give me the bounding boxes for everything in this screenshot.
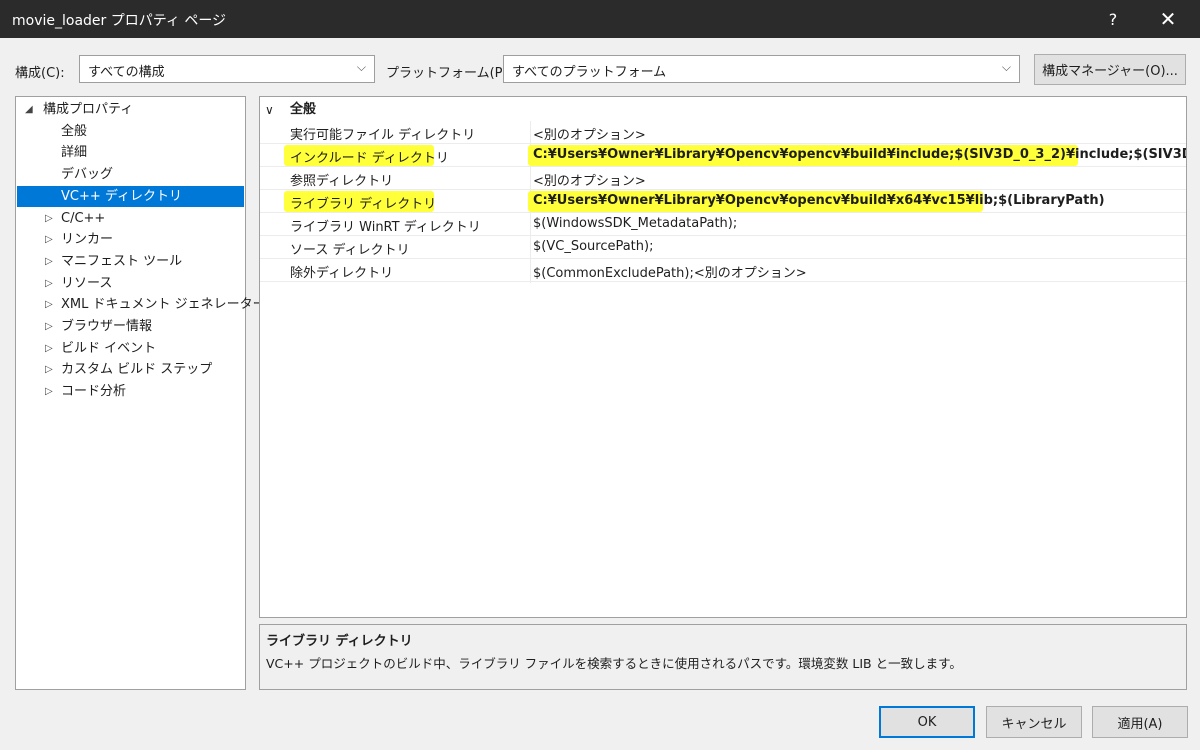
collapse-arrow-icon[interactable]: ▷ [45, 229, 53, 250]
property-name: 除外ディレクトリ [290, 266, 394, 281]
property-value[interactable]: $(VC_SourcePath); [533, 239, 653, 254]
tree-item[interactable]: ▷ XML ドキュメント ジェネレーター [17, 294, 266, 315]
tree-item[interactable]: ▷ リソース [17, 273, 244, 294]
tree-item-label: 構成プロパティ [43, 102, 134, 117]
tree-item[interactable]: ▷ リンカー [17, 229, 244, 250]
config-select[interactable]: すべての構成 ⌵ [79, 55, 375, 83]
collapse-arrow-icon[interactable]: ▷ [45, 294, 53, 315]
property-value[interactable]: <別のオプション> [533, 124, 646, 143]
property-row[interactable]: 除外ディレクトリ $(CommonExcludePath);<別のオプション> [260, 259, 1186, 282]
close-button[interactable]: ✕ [1145, 0, 1191, 38]
platform-select[interactable]: すべてのプラットフォーム ⌵ [503, 55, 1020, 83]
tree-item[interactable]: ▷ カスタム ビルド ステップ [17, 359, 244, 380]
property-value[interactable]: $(CommonExcludePath);<別のオプション> [533, 262, 807, 281]
description-text: VC++ プロジェクトのビルド中、ライブラリ ファイルを検索するときに使用される… [266, 656, 962, 671]
property-row[interactable]: ライブラリ WinRT ディレクトリ $(WindowsSDK_MetadataP… [260, 213, 1186, 236]
tree-item[interactable]: ◢ 構成プロパティ [17, 99, 244, 120]
collapse-arrow-icon[interactable]: ▷ [45, 251, 53, 272]
tree-item[interactable]: 詳細 [17, 142, 244, 163]
tree-item-label: マニフェスト ツール [61, 253, 183, 269]
tree-item[interactable]: 全般 [17, 121, 244, 142]
platform-label: プラットフォーム(P): [386, 66, 512, 81]
property-value[interactable]: C:¥Users¥Owner¥Library¥Opencv¥opencv¥bui… [533, 147, 1186, 162]
property-tree: ◢ 構成プロパティ全般詳細デバッグ VC++ ディレクトリ ▷ C/C++ ▷ リンカー ▷ マ… [15, 96, 266, 690]
property-name: ソース ディレクトリ [290, 243, 410, 258]
tree-item-label: VC++ ディレクトリ [61, 188, 182, 204]
property-row[interactable]: ソース ディレクトリ $(VC_SourcePath); [260, 236, 1186, 259]
property-row[interactable]: 実行可能ファイル ディレクトリ <別のオプション> [260, 121, 1186, 144]
collapse-arrow-icon[interactable]: ▷ [45, 381, 53, 402]
platform-select-value: すべてのプラットフォーム [512, 65, 667, 80]
property-row[interactable]: インクルード ディレクトリ C:¥Users¥Owner¥Library¥Open… [260, 144, 1186, 167]
collapse-arrow-icon[interactable]: ▷ [45, 359, 53, 380]
title-bar: movie_loader プロパティ ページ ? ✕ [0, 0, 1200, 38]
property-row[interactable]: ライブラリ ディレクトリ C:¥Users¥Owner¥Library¥Openc… [260, 190, 1186, 213]
property-name: インクルード ディレクトリ [290, 151, 449, 166]
tree-item-label: 全般 [61, 123, 88, 139]
category-row[interactable]: ∨ 全般 [260, 99, 1186, 121]
tree-item-label: リソース [61, 275, 113, 291]
tree-item[interactable]: ▷ ビルド イベント [17, 338, 244, 359]
property-name: ライブラリ ディレクトリ [290, 197, 437, 212]
collapse-arrow-icon[interactable]: ▷ [45, 208, 53, 229]
tree-item[interactable]: デバッグ [17, 164, 244, 185]
tree-item-label: コード分析 [61, 384, 127, 400]
property-name: 実行可能ファイル ディレクトリ [290, 128, 476, 143]
property-value[interactable]: <別のオプション> [533, 170, 646, 189]
description-title: ライブラリ ディレクトリ [266, 634, 413, 649]
tree-item[interactable]: ▷ コード分析 [17, 381, 244, 402]
property-name: 参照ディレクトリ [290, 174, 394, 189]
tree-item-label: C/C++ [61, 210, 106, 226]
property-name: ライブラリ WinRT ディレクトリ [290, 220, 481, 235]
tree-item-label: 詳細 [61, 145, 88, 161]
collapse-arrow-icon[interactable]: ▷ [45, 338, 53, 359]
tree-item-label: XML ドキュメント ジェネレーター [61, 297, 266, 313]
tree-item[interactable]: VC++ ディレクトリ [17, 185, 244, 207]
tree-item-label: ビルド イベント [61, 340, 157, 356]
collapse-arrow-icon[interactable]: ▷ [45, 273, 53, 294]
ok-button[interactable]: OK [879, 706, 975, 738]
tree-item[interactable]: ▷ C/C++ [17, 208, 244, 229]
collapse-caret-icon[interactable]: ∨ [265, 99, 274, 121]
apply-button[interactable]: 適用(A) [1092, 706, 1188, 738]
help-button[interactable]: ? [1090, 0, 1136, 38]
property-row[interactable]: 参照ディレクトリ <別のオプション> [260, 167, 1186, 190]
tree-item-label: ブラウザー情報 [61, 319, 153, 334]
config-manager-button[interactable]: 構成マネージャー(O)... [1034, 54, 1186, 85]
property-value[interactable]: $(WindowsSDK_MetadataPath); [533, 216, 737, 231]
config-select-value: すべての構成 [88, 65, 165, 80]
window-title: movie_loader プロパティ ページ [12, 13, 227, 29]
property-grid: ∨ 全般 実行可能ファイル ディレクトリ <別のオプション> インクルード ディレク… [259, 96, 1187, 618]
tree-item-label: カスタム ビルド ステップ [61, 362, 213, 378]
chevron-down-icon: ⌵ [356, 60, 366, 74]
cancel-button[interactable]: キャンセル [986, 706, 1082, 738]
expand-arrow-icon[interactable]: ◢ [25, 99, 33, 120]
category-label: 全般 [290, 102, 317, 117]
collapse-arrow-icon[interactable]: ▷ [45, 316, 53, 337]
property-value[interactable]: C:¥Users¥Owner¥Library¥Opencv¥opencv¥bui… [533, 193, 1105, 208]
description-panel: ライブラリ ディレクトリ VC++ プロジェクトのビルド中、ライブラリ ファイル… [259, 624, 1187, 690]
tree-item[interactable]: ▷ ブラウザー情報 [17, 316, 244, 337]
tree-item-label: デバッグ [61, 167, 114, 183]
tree-item[interactable]: ▷ マニフェスト ツール [17, 251, 244, 272]
config-label: 構成(C): [15, 66, 65, 81]
tree-item-label: リンカー [61, 232, 114, 248]
chevron-down-icon: ⌵ [1001, 60, 1011, 74]
